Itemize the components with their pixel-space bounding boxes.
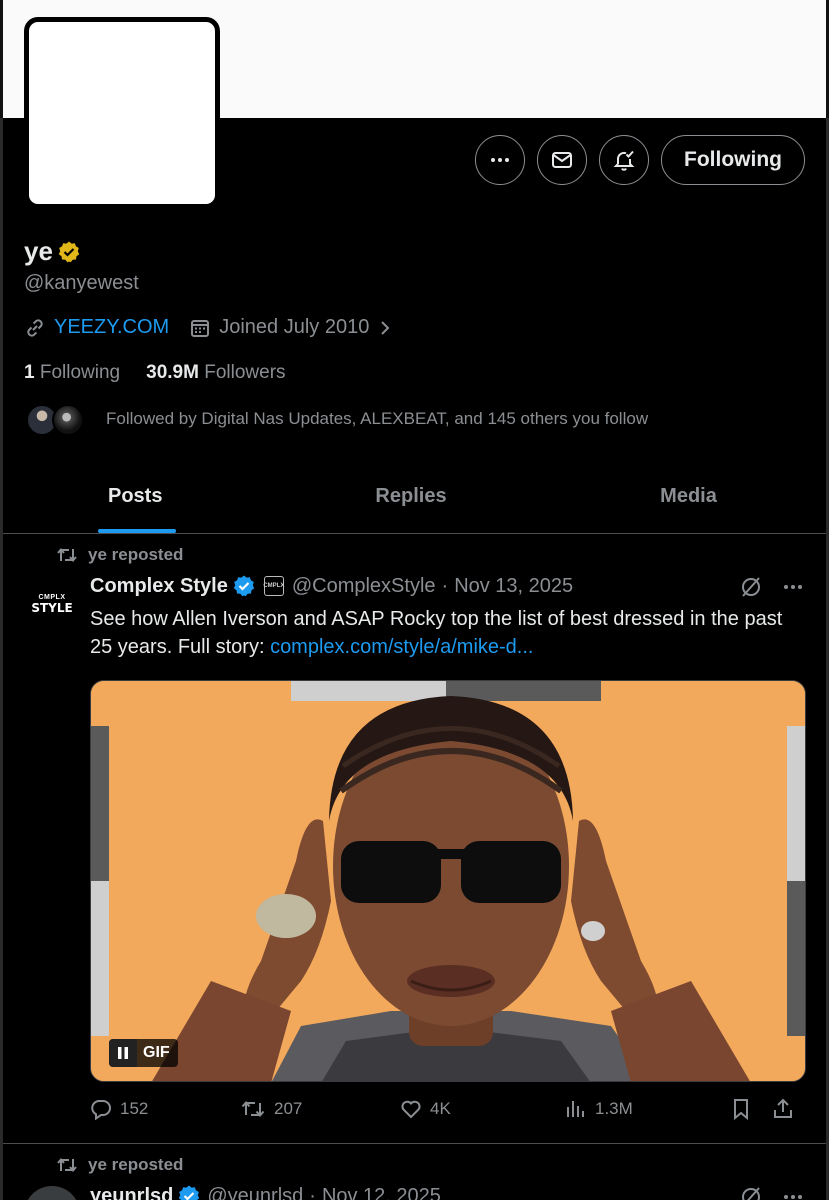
avatar-logo-text: STYLE bbox=[31, 600, 73, 615]
more-icon[interactable] bbox=[781, 1185, 805, 1200]
post-author-handle[interactable]: @ComplexStyle bbox=[292, 575, 436, 598]
followed-by-row[interactable]: Followed by Digital Nas Updates, ALEXBEA… bbox=[24, 402, 648, 436]
verified-badge-icon bbox=[233, 575, 255, 597]
reply-icon bbox=[91, 1100, 111, 1120]
notifications-button[interactable] bbox=[599, 135, 650, 185]
media-image bbox=[91, 681, 805, 1081]
profile-tabs: Posts Replies Media bbox=[3, 460, 826, 534]
tab-media[interactable]: Media bbox=[551, 460, 826, 533]
post-media-gif[interactable]: GIF bbox=[90, 680, 806, 1082]
bookmark-icon[interactable] bbox=[730, 1098, 752, 1120]
following-count: 1 bbox=[24, 362, 35, 383]
profile-handle: @kanyewest bbox=[24, 272, 139, 294]
grok-icon[interactable] bbox=[739, 1185, 763, 1200]
post-separator: · bbox=[309, 1184, 316, 1200]
post-header: Complex Style CMPLX @ComplexStyle · Nov … bbox=[90, 574, 573, 598]
post-header: yeunrlsd @yeunrlsd · Nov 12, 2025 bbox=[90, 1184, 441, 1200]
calendar-icon bbox=[191, 319, 210, 337]
verified-badge-icon[interactable] bbox=[57, 240, 81, 264]
views-chart-icon bbox=[567, 1101, 584, 1117]
follow-counts: 1 Following 30.9M Followers bbox=[24, 362, 286, 384]
followed-by-text: Followed by Digital Nas Updates, ALEXBEA… bbox=[106, 409, 649, 428]
more-button[interactable] bbox=[475, 135, 526, 185]
display-name-row: ye bbox=[24, 236, 81, 267]
bell-check-icon bbox=[613, 150, 635, 171]
repost-button[interactable]: 207 bbox=[240, 1098, 400, 1120]
post-top-actions bbox=[739, 1185, 805, 1200]
gif-label: GIF bbox=[143, 1044, 170, 1061]
profile-actions: Following bbox=[475, 135, 805, 185]
followers-count: 30.9M bbox=[146, 362, 199, 383]
post-link[interactable]: complex.com/style/a/mike-d... bbox=[270, 636, 533, 658]
repost-icon bbox=[57, 547, 77, 563]
profile-meta: YEEZY.COM Joined July 2010 bbox=[24, 316, 395, 339]
pause-icon bbox=[118, 1047, 128, 1059]
profile-avatar[interactable] bbox=[24, 17, 220, 209]
repost-indicator: ye reposted bbox=[56, 1155, 183, 1175]
post-author-name[interactable]: Complex Style bbox=[90, 575, 228, 598]
following-count-link[interactable]: 1 Following bbox=[24, 362, 120, 384]
reply-button[interactable]: 152 bbox=[90, 1098, 240, 1120]
joined-date: Joined July 2010 bbox=[219, 316, 370, 338]
gif-badge[interactable]: GIF bbox=[109, 1039, 178, 1067]
repost-label[interactable]: ye reposted bbox=[88, 545, 183, 565]
heart-icon bbox=[401, 1100, 421, 1119]
post-date[interactable]: Nov 13, 2025 bbox=[454, 575, 573, 598]
chevron-right-icon bbox=[381, 320, 390, 335]
share-icon[interactable] bbox=[772, 1098, 794, 1120]
website-link[interactable]: YEEZY.COM bbox=[54, 316, 169, 339]
view-count: 1.3M bbox=[595, 1099, 633, 1118]
post-author-name[interactable]: yeunrlsd bbox=[90, 1185, 173, 1200]
avatar-logo-top: CMPLX bbox=[38, 593, 66, 601]
repost-count: 207 bbox=[274, 1099, 303, 1118]
tab-posts[interactable]: Posts bbox=[3, 460, 271, 533]
post-author-avatar[interactable]: CMPLX STYLE bbox=[24, 576, 80, 632]
envelope-icon bbox=[552, 152, 573, 168]
views-button[interactable]: 1.3M bbox=[565, 1098, 730, 1120]
followers-count-link[interactable]: 30.9M Followers bbox=[146, 362, 285, 384]
more-icon[interactable] bbox=[781, 575, 805, 599]
followers-label: Followers bbox=[204, 362, 286, 383]
post-author-handle[interactable]: @yeunrlsd bbox=[207, 1185, 303, 1200]
reply-count: 152 bbox=[120, 1099, 149, 1118]
post-separator: · bbox=[441, 574, 449, 597]
display-name: ye bbox=[24, 236, 53, 266]
engagement-bar: 152 207 4K 1.3M bbox=[90, 1098, 806, 1120]
post-body: See how Allen Iverson and ASAP Rocky top… bbox=[90, 605, 795, 661]
like-button[interactable]: 4K bbox=[400, 1098, 565, 1120]
grok-icon[interactable] bbox=[739, 575, 763, 599]
repost-label[interactable]: ye reposted bbox=[88, 1155, 183, 1175]
link-icon bbox=[27, 318, 43, 337]
following-label: Following bbox=[39, 362, 121, 383]
following-button[interactable]: Following bbox=[661, 135, 805, 185]
joined-item[interactable]: Joined July 2010 bbox=[189, 316, 395, 339]
affiliate-badge[interactable]: CMPLX bbox=[263, 576, 284, 596]
pause-button[interactable] bbox=[109, 1039, 137, 1067]
website-item: YEEZY.COM bbox=[24, 316, 169, 339]
repost-indicator: ye reposted bbox=[56, 545, 183, 565]
post-divider bbox=[3, 1143, 826, 1144]
post-date[interactable]: Nov 12, 2025 bbox=[322, 1185, 441, 1200]
message-button[interactable] bbox=[537, 135, 588, 185]
more-icon bbox=[491, 158, 510, 162]
verified-badge-icon bbox=[179, 1185, 200, 1200]
mutual-avatar bbox=[52, 404, 84, 436]
post-top-actions bbox=[739, 575, 805, 599]
repost-icon bbox=[241, 1100, 265, 1118]
tab-replies[interactable]: Replies bbox=[271, 460, 551, 533]
mutual-avatars bbox=[24, 402, 94, 436]
like-count: 4K bbox=[430, 1099, 451, 1118]
repost-icon bbox=[57, 1157, 77, 1173]
post-extra-actions bbox=[730, 1098, 794, 1120]
